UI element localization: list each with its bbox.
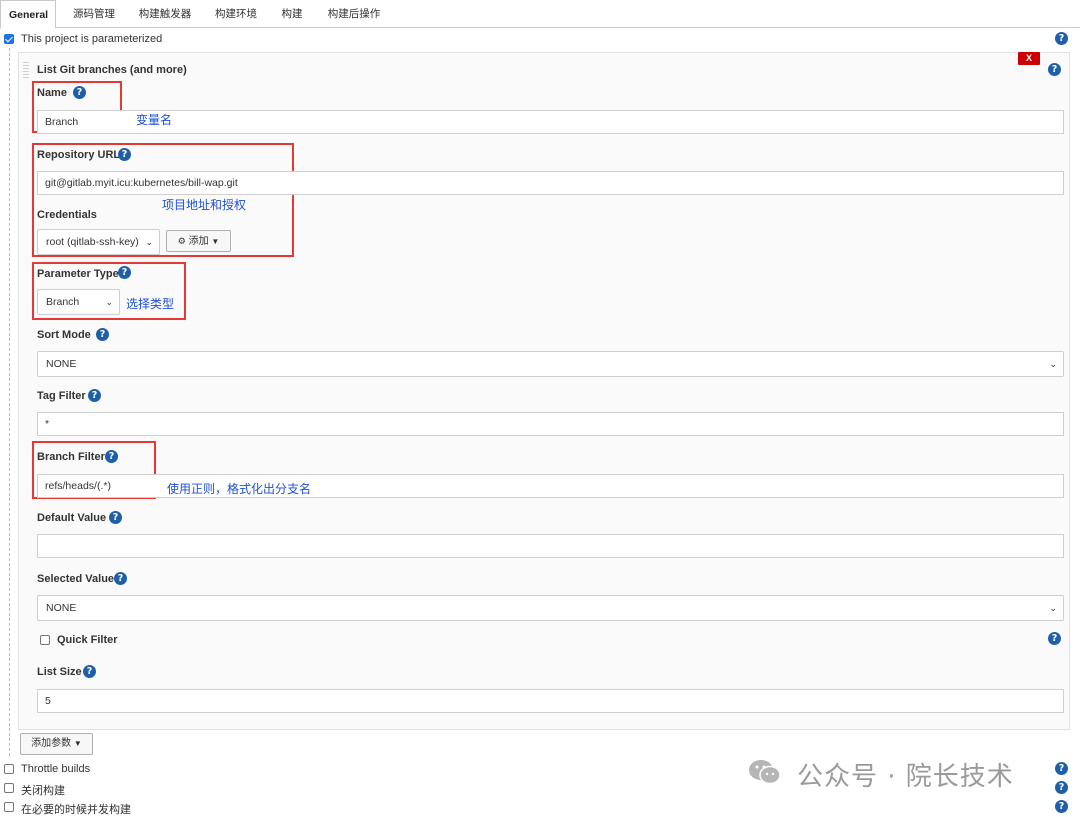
add-credentials-label: 添加 — [188, 236, 209, 247]
annotation-branch-filter: 使用正则，格式化出分支名 — [167, 482, 312, 496]
tag-filter-input[interactable]: * — [37, 412, 1064, 436]
add-parameter-label: 添加参数 — [31, 738, 72, 749]
disable-build-label: 关闭构建 — [21, 785, 65, 797]
help-icon[interactable]: ? — [105, 450, 118, 463]
chevron-down-icon: ⌄ — [105, 297, 113, 307]
help-icon[interactable]: ? — [1055, 762, 1068, 775]
annotation-parameter-type: 选择类型 — [126, 297, 175, 311]
tab-build[interactable]: 构建 — [272, 0, 312, 28]
chevron-down-icon: ⌄ — [145, 237, 153, 247]
throttle-builds-checkbox[interactable] — [4, 764, 14, 774]
chevron-down-icon: ⌄ — [1049, 603, 1057, 613]
repository-url-input[interactable]: git@gitlab.myit.icu:kubernetes/bill-wap.… — [37, 171, 1064, 195]
annotation-repository: 项目地址和授权 — [162, 198, 247, 212]
selected-value-selected: NONE — [46, 602, 77, 614]
parameterized-checkbox[interactable] — [4, 34, 14, 44]
disable-build-checkbox[interactable] — [4, 783, 14, 793]
help-icon[interactable]: ? — [88, 389, 101, 402]
help-icon[interactable]: ? — [1055, 781, 1068, 794]
credentials-selected-value: root (qitlab-ssh-key) — [46, 236, 139, 248]
drag-handle[interactable] — [23, 62, 29, 78]
selected-value-select[interactable]: NONE ⌄ — [37, 595, 1064, 621]
help-icon[interactable]: ? — [118, 148, 131, 161]
parameter-type-select[interactable]: Branch ⌄ — [37, 289, 120, 315]
help-icon[interactable]: ? — [114, 572, 127, 585]
help-icon[interactable]: ? — [109, 511, 122, 524]
list-size-label: List Size — [37, 666, 82, 678]
throttle-builds-label: Throttle builds — [21, 763, 91, 775]
name-input[interactable]: Branch — [37, 110, 1064, 134]
chevron-down-icon: ▼ — [73, 739, 82, 748]
watermark-text: 公众号 · 院长技术 — [797, 762, 1014, 792]
credentials-select[interactable]: root (qitlab-ssh-key) ⌄ — [37, 229, 160, 255]
tab-build-environment[interactable]: 构建环境 — [205, 0, 267, 28]
name-label: Name — [37, 87, 67, 99]
concurrent-build-label: 在必要的时候并发构建 — [21, 804, 131, 816]
sort-mode-selected-value: NONE — [46, 358, 77, 370]
sort-mode-select[interactable]: NONE ⌄ — [37, 351, 1064, 377]
help-icon[interactable]: ? — [73, 86, 86, 99]
selected-value-label: Selected Value — [37, 573, 115, 585]
parameter-type-label: Parameter Type — [37, 268, 119, 280]
credentials-label: Credentials — [37, 209, 97, 221]
chevron-down-icon: ⌄ — [1049, 359, 1057, 369]
tab-post-build[interactable]: 构建后操作 — [316, 0, 392, 28]
tab-general[interactable]: General — [0, 0, 56, 29]
help-icon[interactable]: ? — [1055, 32, 1068, 45]
chevron-down-icon: ▼ — [211, 237, 220, 246]
repository-url-label: Repository URL — [37, 149, 121, 161]
annotation-name: 变量名 — [136, 113, 173, 127]
add-credentials-button[interactable]: ⚙ 添加 ▼ — [166, 230, 231, 252]
help-icon[interactable]: ? — [1048, 63, 1061, 76]
tab-build-triggers[interactable]: 构建触发器 — [130, 0, 200, 28]
default-value-input[interactable] — [37, 534, 1064, 558]
add-parameter-button[interactable]: 添加参数 ▼ — [20, 733, 93, 755]
tab-source-management[interactable]: 源码管理 — [62, 0, 126, 28]
help-icon[interactable]: ? — [83, 665, 96, 678]
parameterized-label: This project is parameterized — [21, 33, 163, 45]
help-icon[interactable]: ? — [1048, 632, 1061, 645]
help-icon[interactable]: ? — [118, 266, 131, 279]
tab-bar: General 源码管理 构建触发器 构建环境 构建 构建后操作 — [0, 0, 1080, 29]
parameter-type-selected-value: Branch — [46, 296, 80, 308]
key-icon: ⚙ — [177, 236, 186, 246]
section-guide-line — [9, 48, 10, 756]
concurrent-build-checkbox[interactable] — [4, 802, 14, 812]
branch-filter-label: Branch Filter — [37, 451, 105, 463]
tag-filter-label: Tag Filter — [37, 390, 86, 402]
help-icon[interactable]: ? — [96, 328, 109, 341]
sort-mode-label: Sort Mode — [37, 329, 91, 341]
help-icon[interactable]: ? — [1055, 800, 1068, 813]
param-title: List Git branches (and more) — [37, 64, 187, 76]
wechat-logo-icon — [748, 758, 782, 786]
quick-filter-label: Quick Filter — [57, 634, 118, 646]
quick-filter-checkbox[interactable] — [40, 635, 50, 645]
delete-button[interactable]: X — [1018, 52, 1040, 65]
list-size-input[interactable]: 5 — [37, 689, 1064, 713]
default-value-label: Default Value — [37, 512, 107, 524]
